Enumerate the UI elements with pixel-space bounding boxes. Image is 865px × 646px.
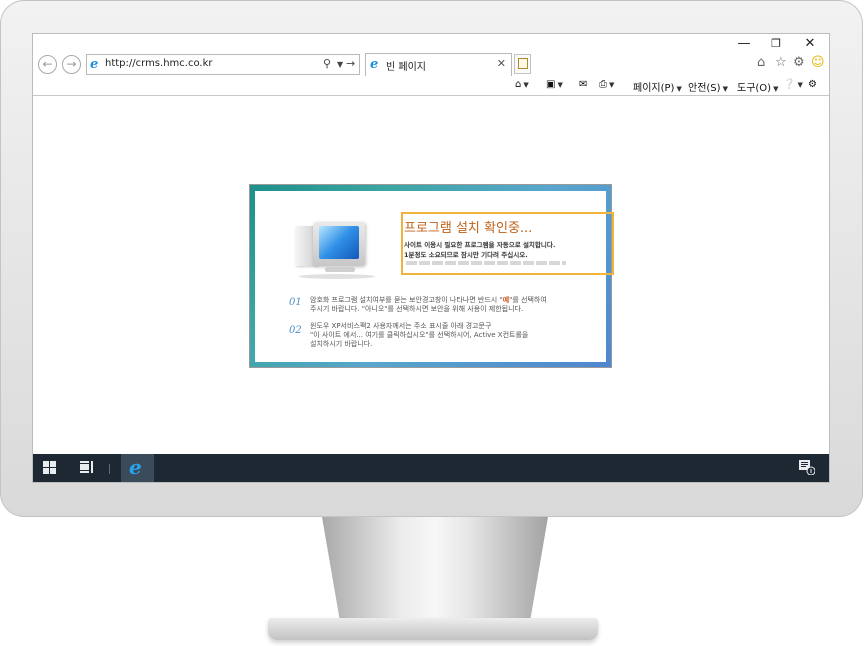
address-url: http://crms.hmc.co.kr: [105, 58, 213, 69]
step-2-line-1: 윈도우 XP서비스팩2 사용자께서는 주소 표시줄 아래 경고문구: [310, 322, 492, 330]
ie-page-icon: e: [90, 57, 99, 72]
monitor-stand-neck: [322, 517, 548, 622]
step-number-1: 01: [289, 297, 302, 308]
new-tab-icon: [518, 58, 528, 69]
back-button[interactable]: ←: [38, 55, 57, 74]
taskbar-separator: [109, 464, 110, 474]
progress-bar: [406, 261, 566, 265]
install-dialog: 프로그램 설치 확인중... 사이트 이용시 필요한 프로그램을 자동으로 설치…: [255, 191, 614, 362]
page-menu-label: 페이지(P): [633, 83, 675, 94]
step-2-text: 윈도우 XP서비스팩2 사용자께서는 주소 표시줄 아래 경고문구 "이 사이트…: [310, 322, 528, 349]
forward-arrow-icon: →: [66, 57, 77, 71]
page-menu[interactable]: 페이지(P) ▼: [633, 79, 682, 95]
step-number-2: 02: [289, 325, 302, 336]
step-1-line-2: 주시기 바랍니다. "아니오"를 선택하시면 보안을 위해 사용이 제한됩니다.: [310, 305, 524, 313]
close-window-button[interactable]: ✕: [795, 36, 825, 52]
tab-title: 빈 페이지: [386, 62, 426, 73]
ie-tab-icon: e: [370, 57, 379, 72]
task-view-icon[interactable]: [80, 461, 94, 474]
close-tab-icon[interactable]: ✕: [497, 57, 506, 70]
windows-start-icon[interactable]: [43, 461, 56, 474]
taskbar-ie-button[interactable]: e: [121, 454, 154, 482]
search-icon[interactable]: ⚲: [323, 57, 331, 70]
step-1-text: 암호화 프로그램 설치여부를 묻는 보안경고창이 나타나면 반드시 "예"를 선…: [310, 296, 547, 314]
safety-menu[interactable]: 안전(S) ▼: [688, 79, 728, 95]
screen: — ❐ ✕ ← → e http://crms.hmc.co.kr ⚲ ▼ → …: [33, 34, 829, 482]
computer-icon: [295, 220, 385, 280]
tools-menu[interactable]: 도구(O) ▼: [737, 79, 778, 95]
safety-menu-label: 안전(S): [688, 83, 721, 94]
step-2-line-2: "이 사이트 에서... 여기를 클릭하십시오"를 선택하시어, Active …: [310, 331, 529, 339]
dialog-title: 프로그램 설치 확인중...: [404, 221, 533, 236]
taskbar: e: [33, 454, 829, 482]
dialog-line-2: 1분정도 소요되므로 잠시만 기다려 주십시오.: [404, 251, 528, 259]
feed-icon[interactable]: ▣ ▼: [546, 79, 563, 95]
print-icon[interactable]: ⎙ ▼: [599, 79, 614, 95]
toolbar-divider: [33, 95, 829, 96]
notification-icon[interactable]: [799, 460, 816, 476]
home-command-icon[interactable]: ⌂ ▼: [515, 79, 529, 95]
new-tab-button[interactable]: [514, 54, 531, 74]
back-arrow-icon: ←: [42, 57, 53, 71]
help-icon[interactable]: ❔ ▼: [783, 79, 803, 95]
smiley-icon[interactable]: ☺: [811, 55, 825, 70]
restore-button[interactable]: ❐: [761, 36, 791, 52]
address-bar[interactable]: e http://crms.hmc.co.kr ⚲ ▼ →: [86, 54, 360, 75]
tools-menu-label: 도구(O): [737, 83, 772, 94]
mail-icon[interactable]: ✉: [579, 79, 587, 95]
research-icon[interactable]: ⚙: [808, 79, 817, 95]
gear-icon[interactable]: ⚙: [793, 55, 805, 70]
tab-blank-page[interactable]: e 빈 페이지 ✕: [365, 53, 512, 76]
home-icon[interactable]: ⌂: [757, 55, 765, 70]
internet-explorer-icon: e: [129, 455, 142, 479]
step-1-line-1a: 암호화 프로그램 설치여부를 묻는 보안경고창이 나타나면 반드시 ": [310, 296, 503, 304]
go-arrow-icon[interactable]: →: [346, 57, 355, 70]
step-1-line-1b: "를 선택하여: [509, 296, 547, 304]
star-icon[interactable]: ☆: [775, 55, 787, 70]
dialog-line-1: 사이트 이용시 필요한 프로그램을 자동으로 설치합니다.: [404, 241, 556, 249]
chevron-down-icon[interactable]: ▼: [337, 60, 343, 69]
step-2-line-3: 설치하시기 바랍니다.: [310, 340, 373, 348]
forward-button[interactable]: →: [62, 55, 81, 74]
minimize-button[interactable]: —: [729, 36, 759, 52]
monitor-stand-base: [268, 618, 598, 640]
